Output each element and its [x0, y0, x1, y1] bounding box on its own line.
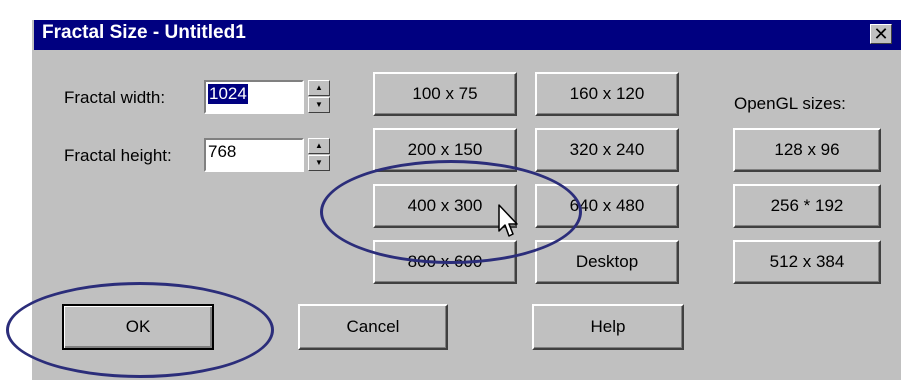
- window-title: Fractal Size - Untitled1: [42, 22, 246, 43]
- fractal-height-label: Fractal height:: [64, 146, 172, 165]
- size-160x120-button[interactable]: 160 x 120: [535, 72, 679, 116]
- height-spinner-down-icon[interactable]: ▼: [308, 155, 330, 171]
- size-800x600-button[interactable]: 800 x 600: [373, 240, 517, 284]
- size-320x240-button[interactable]: 320 x 240: [535, 128, 679, 172]
- opengl-512x384-button[interactable]: 512 x 384: [733, 240, 881, 284]
- fractal-width-field[interactable]: 1024: [204, 80, 304, 114]
- help-button[interactable]: Help: [532, 304, 684, 350]
- opengl-sizes-label: OpenGL sizes:: [734, 94, 846, 113]
- fractal-width-value: 1024: [208, 84, 248, 104]
- width-spinner-up-icon[interactable]: ▲: [308, 80, 330, 96]
- width-spinner-down-icon[interactable]: ▼: [308, 97, 330, 113]
- fractal-height-field[interactable]: 768: [204, 138, 304, 172]
- height-spinner-up-icon[interactable]: ▲: [308, 138, 330, 154]
- fractal-width-label: Fractal width:: [64, 88, 166, 107]
- ok-button[interactable]: OK: [62, 304, 214, 350]
- fractal-height-value: 768: [208, 142, 237, 161]
- opengl-256x192-button[interactable]: 256 * 192: [733, 184, 881, 228]
- size-100x75-button[interactable]: 100 x 75: [373, 72, 517, 116]
- opengl-128x96-button[interactable]: 128 x 96: [733, 128, 881, 172]
- cancel-button[interactable]: Cancel: [298, 304, 448, 350]
- size-200x150-button[interactable]: 200 x 150: [373, 128, 517, 172]
- mouse-pointer-icon: [498, 204, 518, 237]
- close-button[interactable]: ✕: [870, 24, 892, 44]
- size-400x300-button[interactable]: 400 x 300: [373, 184, 517, 228]
- size-640x480-button[interactable]: 640 x 480: [535, 184, 679, 228]
- size-desktop-button[interactable]: Desktop: [535, 240, 679, 284]
